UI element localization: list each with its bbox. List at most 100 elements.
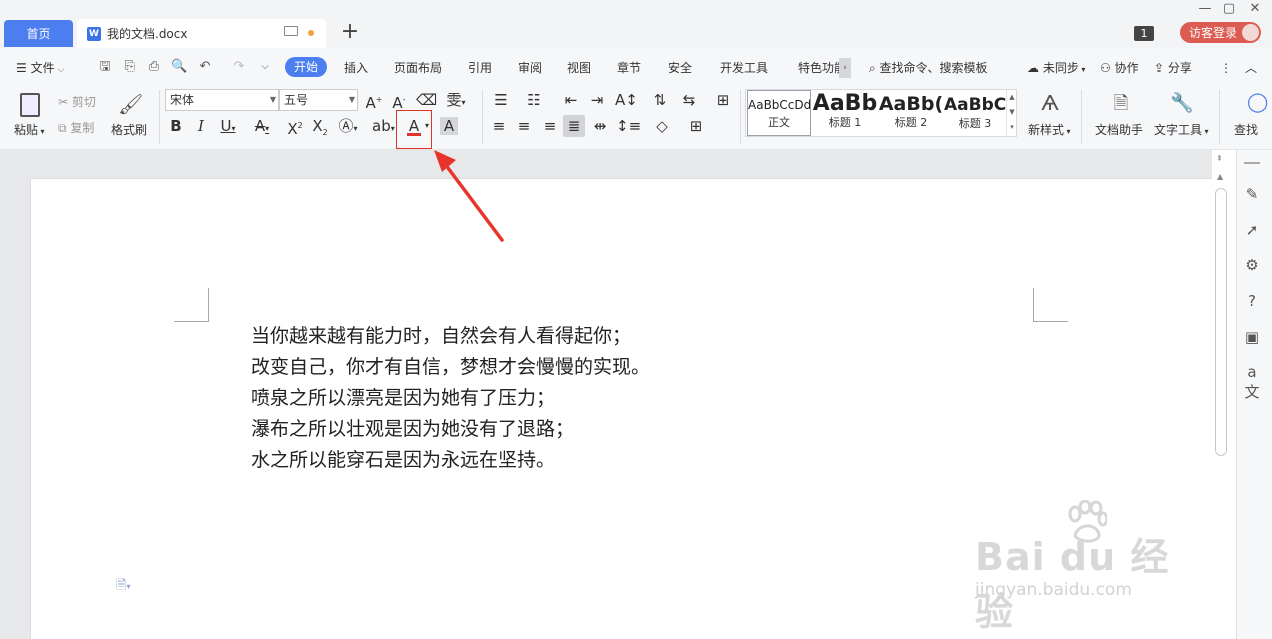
format-painter-icon[interactable]: 🖌 <box>118 92 143 118</box>
share-button[interactable]: ⇪ 分享 <box>1154 59 1192 77</box>
document-assistant-icon[interactable]: 🗎 <box>1110 91 1132 117</box>
document-float-icon[interactable]: 🗎▾ <box>116 576 142 593</box>
font-size-select[interactable]: 五号 ▼ <box>279 89 358 111</box>
new-style-icon[interactable]: Ѧ <box>1037 91 1063 115</box>
search-icon: ⌕ <box>869 61 880 75</box>
paste-button[interactable] <box>17 91 43 119</box>
monitor-icon[interactable] <box>284 26 298 36</box>
character-shading-icon[interactable]: A <box>440 117 458 135</box>
tab-review[interactable]: 审阅 <box>518 59 542 77</box>
new-style-button[interactable]: 新样式 ▾ <box>1028 121 1071 138</box>
document-text-line[interactable]: 改变自己，你才有自信，梦想才会慢慢的实现。 <box>251 352 650 383</box>
style-normal[interactable]: AaBbCcDd 正文 <box>747 90 811 136</box>
print-icon[interactable]: ⎙ <box>146 59 162 75</box>
change-case-icon[interactable]: A↕ <box>615 90 638 110</box>
copy-button[interactable]: ⧉ 复制 <box>58 119 94 136</box>
maximize-button[interactable]: ▢ <box>1220 1 1238 17</box>
style-heading-1[interactable]: AaBb 标题 1 <box>812 90 878 136</box>
align-right-icon[interactable]: ≡ <box>540 116 560 136</box>
bold-icon[interactable]: B <box>166 116 186 136</box>
tab-developer[interactable]: 开发工具 <box>720 59 768 77</box>
align-center-icon[interactable]: ≡ <box>514 116 534 136</box>
more-options-icon[interactable]: ⋮ <box>1220 59 1232 77</box>
borders-icon[interactable]: ⊞ <box>686 116 706 136</box>
subscript-icon[interactable]: X2 <box>310 116 330 137</box>
increase-indent-icon[interactable]: ⇥ <box>587 90 607 110</box>
menu-scroll-right-button[interactable]: › <box>839 58 851 78</box>
document-text-line[interactable]: 喷泉之所以漂亮是因为她有了压力； <box>251 383 555 414</box>
paste-label[interactable]: 粘贴 ▾ <box>14 121 45 138</box>
guest-login-button[interactable]: 访客登录 <box>1180 22 1261 43</box>
select-cursor-icon[interactable]: ➚ <box>1242 220 1262 240</box>
collapse-ribbon-icon[interactable]: ︿ <box>1245 59 1257 77</box>
collaborate-button[interactable]: ⚇ 协作 <box>1100 59 1139 77</box>
tab-chapter[interactable]: 章节 <box>617 59 641 77</box>
text-effects-icon[interactable]: Ⓐ▾ <box>338 116 358 136</box>
document-text-line[interactable]: 水之所以能穿石是因为永远在坚持。 <box>251 445 555 476</box>
tab-view[interactable]: 视图 <box>567 59 591 77</box>
justify-icon[interactable]: ≣ <box>563 115 585 137</box>
tab-page-layout[interactable]: 页面布局 <box>394 59 442 77</box>
underline-icon[interactable]: U▾ <box>218 116 238 136</box>
decrease-indent-icon[interactable]: ⇤ <box>561 90 581 110</box>
redo-icon[interactable]: ↷ <box>231 59 247 75</box>
style-heading-3[interactable]: AaBbC( 标题 3 <box>944 90 1006 136</box>
close-button[interactable]: ✕ <box>1246 1 1264 17</box>
new-tab-button[interactable]: + <box>340 21 360 44</box>
align-left-icon[interactable]: ≡ <box>489 116 509 136</box>
window-count-badge[interactable]: 1 <box>1134 26 1154 41</box>
tab-insert[interactable]: 插入 <box>344 59 368 77</box>
help-icon[interactable]: ? <box>1242 291 1262 311</box>
settings-sliders-icon[interactable]: ⚙ <box>1242 255 1262 275</box>
image-gallery-icon[interactable]: ▣ <box>1242 327 1262 347</box>
table-tools-icon[interactable]: ⊞ <box>713 90 733 110</box>
sync-button[interactable]: ☁ 未同步 ▾ <box>1027 59 1085 77</box>
font-name-select[interactable]: 宋体 ▼ <box>165 89 279 111</box>
distributed-align-icon[interactable]: ⇹ <box>590 116 610 136</box>
sort-icon[interactable]: ⇅ <box>650 90 670 110</box>
document-text-line[interactable]: 瀑布之所以壮观是因为她没有了退路； <box>251 414 574 445</box>
strikethrough-icon[interactable]: A▾ <box>252 116 272 136</box>
find-button[interactable]: 查找 <box>1234 121 1272 138</box>
tab-document[interactable]: W 我的文档.docx <box>77 19 326 48</box>
format-painter-button[interactable]: 格式刷 <box>111 121 147 138</box>
scroll-split-icon[interactable]: ⇞ <box>1216 154 1223 163</box>
line-spacing-icon[interactable]: ↕≡ <box>616 116 641 136</box>
output-pdf-icon[interactable]: ⎘ <box>122 59 138 75</box>
text-tools-button[interactable]: 文字工具 ▾ <box>1154 121 1209 138</box>
tab-references[interactable]: 引用 <box>468 59 492 77</box>
tab-home-ribbon[interactable]: 开始 <box>285 57 328 77</box>
superscript-icon[interactable]: X2 <box>285 116 305 138</box>
paragraph-spacing-icon[interactable]: ⇆ <box>679 90 699 110</box>
style-heading-2[interactable]: AaBb( 标题 2 <box>878 90 944 136</box>
document-assistant-button[interactable]: 文档助手 <box>1095 121 1143 138</box>
scroll-up-icon[interactable]: ▲ <box>1217 172 1223 181</box>
command-search[interactable]: ⌕ 查找命令、搜索模板 <box>869 59 988 77</box>
file-menu[interactable]: ☰ 文件 ⌵ <box>16 59 64 77</box>
tab-home[interactable]: 首页 <box>4 20 73 47</box>
styles-scroll-buttons[interactable]: ▲ ▼ ▾ <box>1006 90 1017 136</box>
italic-icon[interactable]: I <box>191 116 211 136</box>
highlight-icon[interactable]: ab▾ <box>372 116 395 136</box>
undo-icon[interactable]: ↶ <box>197 59 213 75</box>
decrease-font-size-icon[interactable]: A- <box>389 90 409 112</box>
tab-special-features[interactable]: 特色功能 <box>798 59 840 77</box>
tab-security[interactable]: 安全 <box>668 59 692 77</box>
print-preview-icon[interactable]: 🔍 <box>171 59 187 75</box>
numbering-icon[interactable]: ☷ <box>524 90 544 110</box>
customize-quick-access-icon[interactable]: ⌵ <box>257 59 273 75</box>
translate-icon[interactable]: a文 <box>1242 362 1262 401</box>
shading-icon[interactable]: ◇ <box>652 116 672 136</box>
clear-formatting-icon[interactable]: ⌫ <box>416 90 437 110</box>
find-icon[interactable]: ◯ <box>1247 91 1272 117</box>
phonetic-guide-icon[interactable]: 雯▾ <box>446 90 466 110</box>
save-icon[interactable]: 🖫 <box>97 59 113 75</box>
minimize-button[interactable]: — <box>1196 1 1214 17</box>
scrollbar-thumb[interactable] <box>1215 188 1227 456</box>
cut-button[interactable]: ✂ 剪切 <box>58 93 96 110</box>
increase-font-size-icon[interactable]: A+ <box>364 90 384 112</box>
bullets-icon[interactable]: ☰ <box>491 90 511 110</box>
document-text-line[interactable]: 当你越来越有能力时，自然会有人看得起你； <box>251 321 631 352</box>
wrench-icon[interactable]: 🔧 <box>1170 91 1194 117</box>
edit-pen-icon[interactable]: ✎ <box>1242 184 1262 204</box>
